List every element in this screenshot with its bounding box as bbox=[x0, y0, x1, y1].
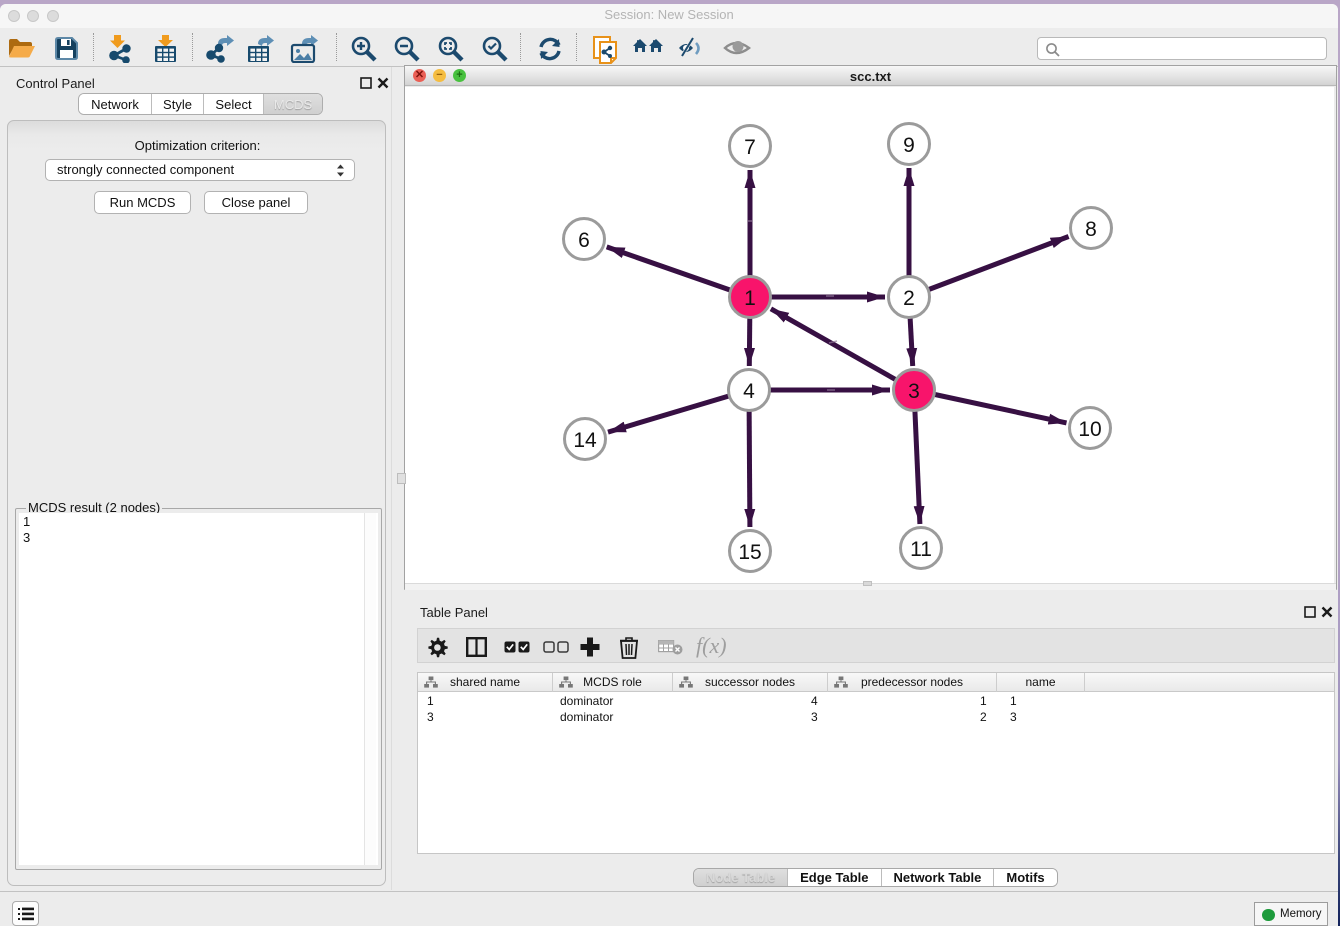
svg-text:7: 7 bbox=[744, 136, 756, 159]
svg-text:6: 6 bbox=[578, 229, 590, 252]
svg-text:2: 2 bbox=[903, 287, 915, 310]
svg-text:15: 15 bbox=[738, 541, 761, 564]
svg-text:14: 14 bbox=[573, 429, 597, 452]
svg-text:3: 3 bbox=[908, 380, 920, 403]
svg-text:11: 11 bbox=[910, 538, 932, 561]
svg-text:8: 8 bbox=[1085, 218, 1097, 241]
svg-text:1: 1 bbox=[744, 287, 756, 310]
svg-text:9: 9 bbox=[903, 134, 915, 157]
svg-text:4: 4 bbox=[743, 380, 755, 403]
svg-text:10: 10 bbox=[1078, 418, 1101, 441]
